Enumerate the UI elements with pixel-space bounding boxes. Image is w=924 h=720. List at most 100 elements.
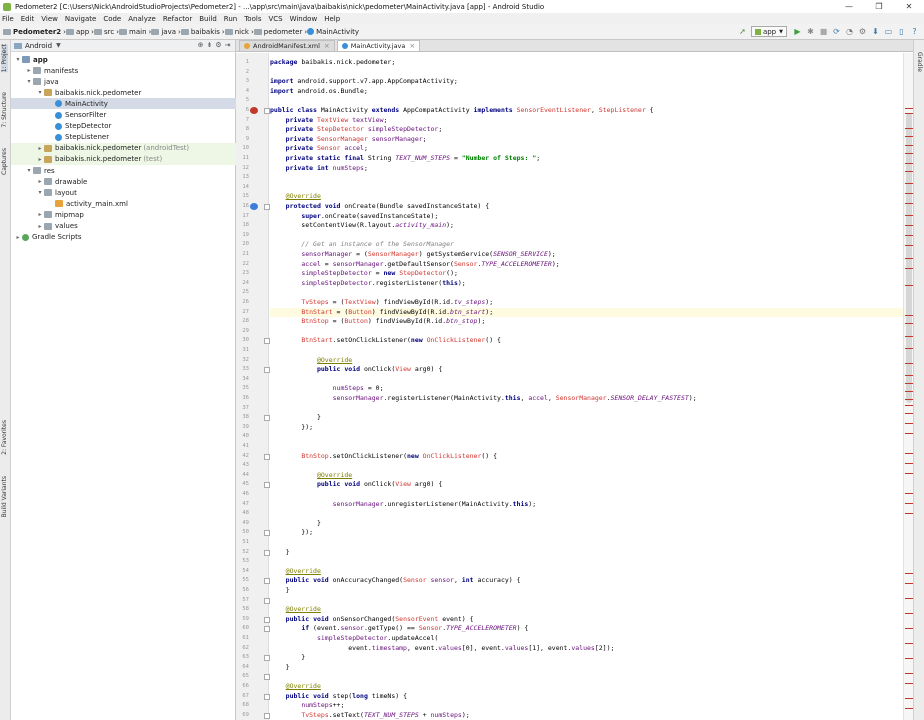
error-stripe-marker[interactable] [905,348,913,349]
menu-tools[interactable]: Tools [244,15,261,23]
menu-analyze[interactable]: Analyze [128,15,156,23]
vertical-scrollbar[interactable] [903,53,913,720]
tab-captures[interactable]: Captures [1,148,8,175]
error-stripe-marker[interactable] [905,399,913,400]
tree-node[interactable]: ▸ Gradle Scripts [11,232,236,243]
code-line[interactable]: BtnStop.setOnClickListener(new OnClickLi… [270,452,903,462]
code-line[interactable] [270,68,903,78]
menu-file[interactable]: File [2,15,14,23]
tree-node[interactable]: ▸ baibakis.nick.pedometer (androidTest) [11,142,236,154]
code-line[interactable]: } [270,548,903,558]
menu-help[interactable]: Help [324,15,340,23]
error-stripe-marker[interactable] [905,363,913,364]
menu-build[interactable]: Build [199,15,217,23]
chevron-right-icon[interactable]: ▸ [36,223,44,230]
back-arrow-icon[interactable]: ➚ [737,26,748,37]
chevron-down-icon[interactable]: ▼ [56,42,61,49]
override-marker-icon[interactable] [250,107,258,114]
code-line[interactable]: private Sensor accel; [270,144,903,154]
minimize-button[interactable]: — [834,0,864,13]
code-line[interactable]: simpleStepDetector = new StepDetector(); [270,269,903,279]
error-stripe-marker[interactable] [905,643,913,644]
code-line[interactable]: BtnStop = (Button) findViewById(R.id.btn… [270,317,903,327]
code-line[interactable]: TvSteps.setText(TEXT_NUM_STEPS + numStep… [270,711,903,720]
tree-node[interactable]: ▾ java [11,76,236,87]
error-stripe-marker[interactable] [905,698,913,699]
code-area[interactable]: package baibakis.nick.pedometer; import a… [270,53,903,720]
chevron-right-icon[interactable]: ▸ [14,234,22,241]
error-stripe-marker[interactable] [905,225,913,226]
error-stripe-marker[interactable] [905,245,913,246]
stop-icon[interactable]: ■ [818,26,829,37]
run-icon[interactable]: ▶ [792,26,803,37]
breadcrumb-item[interactable]: MainActivity [307,28,359,36]
chevron-right-icon[interactable]: ▸ [36,145,44,152]
code-line[interactable]: public void onSensorChanged(SensorEvent … [270,615,903,625]
breadcrumb-item[interactable]: baibakis [180,28,220,36]
sync-icon[interactable]: ⟳ [831,26,842,37]
code-line[interactable]: @Override [270,682,903,692]
error-stripe-marker[interactable] [905,391,913,392]
error-stripe-marker[interactable] [905,258,913,259]
collapse-all-icon[interactable]: ⇟ [205,41,214,49]
error-stripe-marker[interactable] [905,405,913,406]
line-number-gutter[interactable]: 1 2 3 4 5 6 7 8 9 10 11 12 13 14 15 16 17 18 19 20 21 22 23 24 2… [236,53,270,720]
error-stripe-marker[interactable] [905,493,913,494]
error-stripe-marker[interactable] [905,375,913,376]
error-stripe-marker[interactable] [905,423,913,424]
error-stripe-marker[interactable] [905,285,913,286]
error-stripe-marker[interactable] [905,463,913,464]
profile-icon[interactable]: ◔ [844,26,855,37]
code-line[interactable]: accel = sensorManager.getDefaultSensor(S… [270,260,903,270]
breadcrumb-item[interactable]: pedometer [253,28,302,36]
code-line[interactable]: TvSteps = (TextView) findViewById(R.id.t… [270,298,903,308]
code-line[interactable]: import android.os.Bundle; [270,87,903,97]
tree-node[interactable]: activity_main.xml [11,198,236,209]
code-line[interactable] [270,96,903,106]
code-line[interactable]: package baibakis.nick.pedometer; [270,58,903,68]
error-stripe-marker[interactable] [905,128,913,129]
code-line[interactable]: private SensorManager sensorManager; [270,135,903,145]
error-stripe-marker[interactable] [905,383,913,384]
tab-android-manifest[interactable]: AndroidManifest.xml × [239,40,335,51]
error-stripe-marker[interactable] [905,315,913,316]
code-line[interactable]: event.timestamp, event.values[0], event.… [270,644,903,654]
error-stripe-marker[interactable] [905,503,913,504]
avd-manager-icon[interactable]: ▭ [883,26,894,37]
error-stripe-marker[interactable] [905,453,913,454]
code-line[interactable]: private TextView textView; [270,116,903,126]
code-line[interactable]: sensorManager.registerListener(MainActiv… [270,394,903,404]
chevron-down-icon[interactable]: ▾ [14,56,22,63]
error-stripe-marker[interactable] [905,513,913,514]
menu-window[interactable]: Window [290,15,318,23]
tree-node[interactable]: StepDetector [11,121,236,132]
code-line[interactable] [270,173,903,183]
chevron-right-icon[interactable]: ▸ [36,178,44,185]
breadcrumb-item[interactable]: app [65,28,89,36]
sdk-manager-icon[interactable]: ⬇ [870,26,881,37]
error-stripe-marker[interactable] [905,583,913,584]
code-line[interactable] [270,596,903,606]
code-line[interactable]: import android.support.v7.app.AppCompatA… [270,77,903,87]
error-stripe-marker[interactable] [905,203,913,204]
breadcrumb-item[interactable]: nick [224,28,249,36]
tree-node[interactable]: StepListener [11,132,236,143]
code-line[interactable] [270,490,903,500]
attach-debugger-icon[interactable]: ⚙ [857,26,868,37]
maximize-button[interactable]: ❐ [864,0,894,13]
help-icon[interactable]: ? [909,26,920,37]
code-line[interactable]: @Override [270,605,903,615]
error-stripe-marker[interactable] [905,145,913,146]
breadcrumb-item[interactable]: java [151,28,176,36]
error-stripe-marker[interactable] [905,573,913,574]
code-line[interactable]: @Override [270,567,903,577]
chevron-right-icon[interactable]: ▸ [36,156,44,163]
error-stripe-marker[interactable] [905,473,913,474]
menu-refactor[interactable]: Refactor [163,15,192,23]
close-tab-icon[interactable]: × [324,42,330,50]
code-line[interactable]: numSteps = 0; [270,384,903,394]
code-line[interactable] [270,288,903,298]
code-line[interactable]: if (event.sensor.getType() == Sensor.TYP… [270,624,903,634]
error-stripe-marker[interactable] [905,433,913,434]
close-tab-icon[interactable]: × [409,42,415,50]
